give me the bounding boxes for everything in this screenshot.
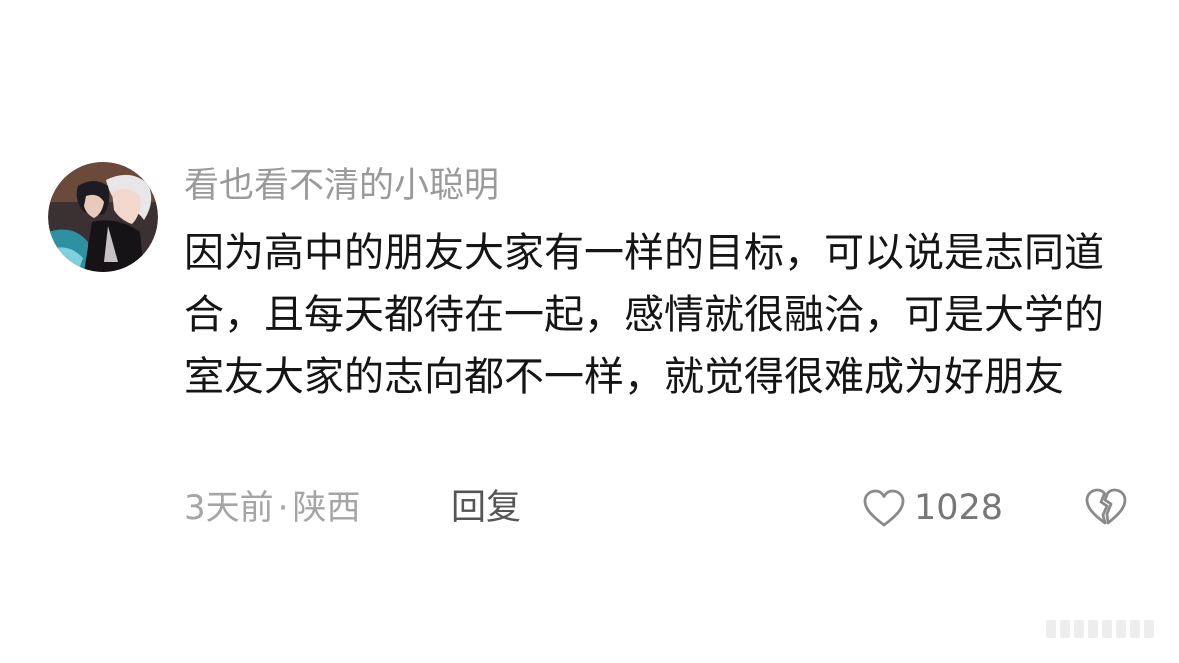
comment-meta: 3天前 · 陕西 [184, 484, 360, 532]
reply-button[interactable]: 回复 [451, 484, 521, 532]
timestamp: 3天前 [184, 488, 274, 528]
like-button[interactable]: 1028 [862, 484, 1003, 532]
broken-heart-icon [1085, 488, 1127, 525]
watermark [1046, 620, 1170, 642]
username[interactable]: 看也看不清的小聪明 [184, 163, 499, 209]
comment-text: 因为高中的朋友大家有一样的目标，可以说是志同道合，且每天都待在一起，感情就很融洽… [184, 230, 1104, 400]
meta-separator: · [277, 488, 289, 528]
like-count: 1028 [914, 488, 1004, 528]
dislike-button[interactable] [1084, 487, 1128, 527]
heart-outline-icon [863, 489, 905, 527]
comment-item: 看也看不清的小聪明 因为高中的朋友大家有一样的目标，可以说是志同道合，且每天都待… [0, 0, 1179, 663]
location: 陕西 [292, 488, 361, 528]
avatar[interactable] [48, 162, 158, 272]
avatar-image [48, 162, 158, 272]
